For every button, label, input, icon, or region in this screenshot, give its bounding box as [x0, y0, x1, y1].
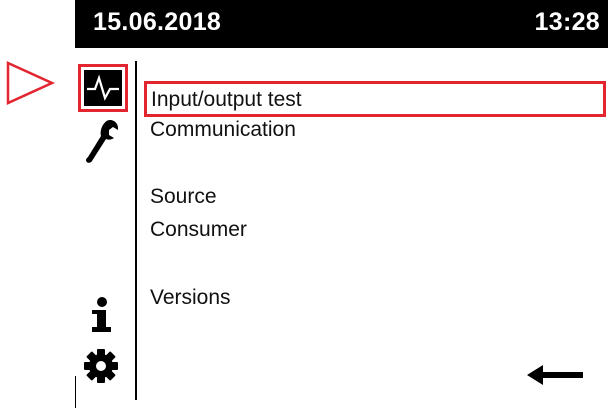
sidebar-divider [135, 61, 137, 400]
sidebar-item-settings-tools[interactable] [84, 117, 120, 167]
menu-item-versions[interactable]: Versions [150, 286, 231, 310]
pointer-triangle-icon [6, 61, 56, 105]
menu-item-label: Input/output test [151, 88, 302, 111]
status-bar: 15.06.2018 13:28 [75, 0, 608, 48]
wrench-icon [86, 120, 118, 163]
arrow-left-icon[interactable] [527, 364, 583, 386]
date-display: 15.06.2018 [93, 8, 222, 36]
sidebar-item-info[interactable] [86, 296, 116, 336]
gear-icon [84, 349, 118, 383]
sidebar-item-activity[interactable] [78, 64, 128, 112]
menu-item-communication[interactable]: Communication [150, 118, 296, 142]
sidebar-item-settings[interactable] [83, 348, 119, 384]
menu-item-consumer[interactable]: Consumer [150, 218, 247, 242]
menu-item-io-test[interactable]: Input/output test [144, 81, 606, 117]
menu-item-source[interactable]: Source [150, 185, 217, 209]
frame-edge [75, 376, 76, 408]
time-display: 13:28 [534, 8, 600, 36]
info-icon [92, 297, 111, 332]
activity-icon [84, 70, 122, 106]
